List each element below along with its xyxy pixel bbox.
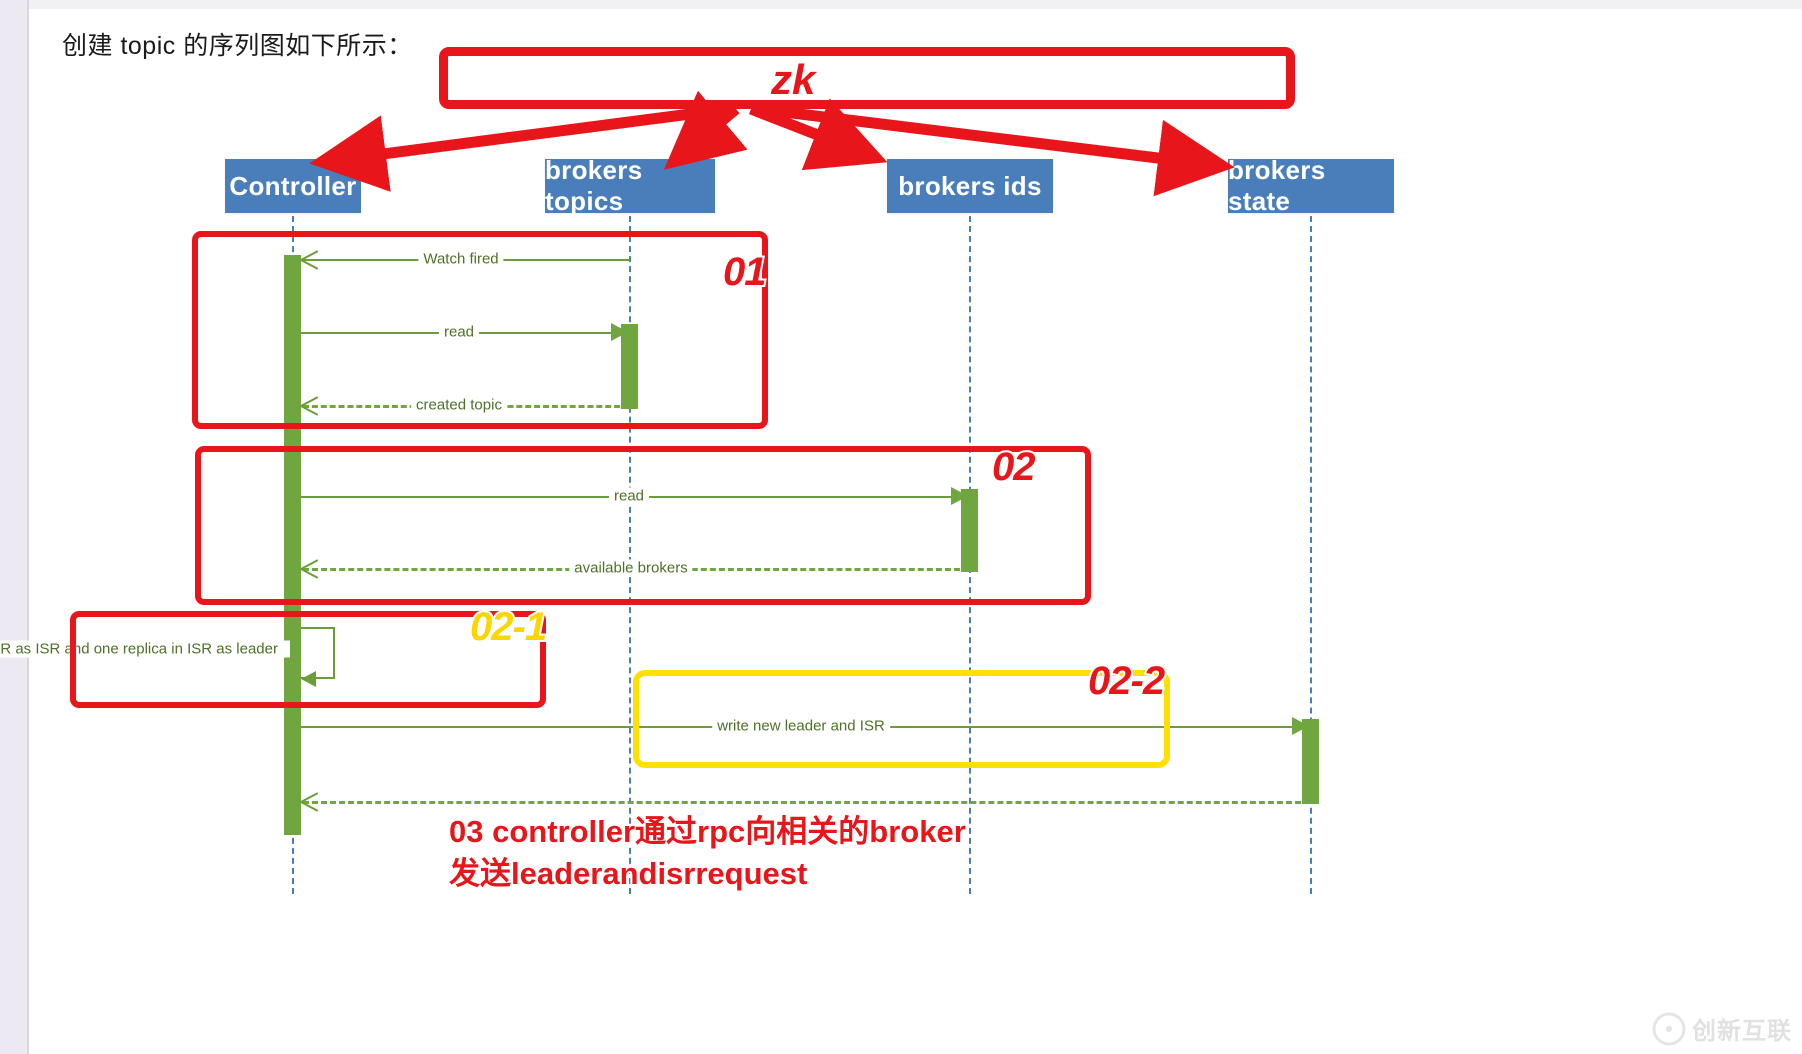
message-label-read-ids: read (608, 487, 650, 505)
message-label-available-brokers: available brokers (569, 559, 693, 577)
lifeline-brokers-topics (629, 216, 631, 894)
annotation-label-02-1: 02-1 (468, 603, 549, 651)
watermark: 创新互联 (1652, 1011, 1792, 1046)
sequence-diagram: Controller brokers topics brokers ids br… (0, 9, 1802, 1054)
participant-brokers-ids[interactable]: brokers ids (887, 159, 1053, 213)
participant-label: brokers topics (545, 155, 643, 216)
arrow-head-created-topic (301, 396, 319, 414)
participant-label: Controller (229, 170, 357, 201)
page-top-strip (29, 0, 1802, 9)
annotation-label-02-2: 02-2 (1086, 657, 1167, 705)
arrow-head-leader-isr-return (301, 792, 319, 810)
arrow-head-read-topics (611, 323, 628, 341)
participant-brokers-state[interactable]: brokers state (1228, 155, 1394, 216)
message-label-set-isr: set AR as ISR and one replica in ISR as … (0, 640, 290, 658)
message-label-write-leader-isr: write new leader and ISR (712, 717, 890, 735)
message-label-read-topics: read (438, 323, 480, 341)
annotation-label-02: 02 (990, 443, 1037, 491)
arrow-head-available-brokers (301, 559, 319, 577)
participant-label: brokers ids (898, 170, 1042, 201)
annotation-label-01: 01 (721, 248, 768, 296)
arrow-head-write-leader-isr (1292, 717, 1309, 735)
annotation-zk-label: zk (768, 54, 817, 106)
arrow-head-watch-fired (301, 250, 319, 268)
annotation-zk-box (439, 47, 1295, 109)
page-left-rail (0, 0, 27, 1054)
annotation-bottom-note: 03 controller通过rpc向相关的broker 发送leaderand… (447, 812, 968, 893)
participant-brokers-topics[interactable]: brokers topics (545, 155, 715, 216)
activation-controller (284, 255, 301, 835)
message-line-leader-isr-return (303, 801, 1310, 804)
compass-icon (1652, 1012, 1686, 1045)
arrow-head-set-isr (301, 671, 316, 687)
watermark-text: 创新互联 (1692, 1018, 1792, 1045)
arrow-head-read-ids (951, 487, 968, 505)
participant-controller[interactable]: Controller (225, 159, 361, 213)
participant-label: brokers state (1228, 155, 1326, 216)
message-label-created-topic: created topic (411, 396, 507, 414)
document-content: 创建 topic 的序列图如下所示： Controller brokers to… (0, 9, 1802, 1054)
message-label-watch-fired: Watch fired (418, 250, 504, 268)
